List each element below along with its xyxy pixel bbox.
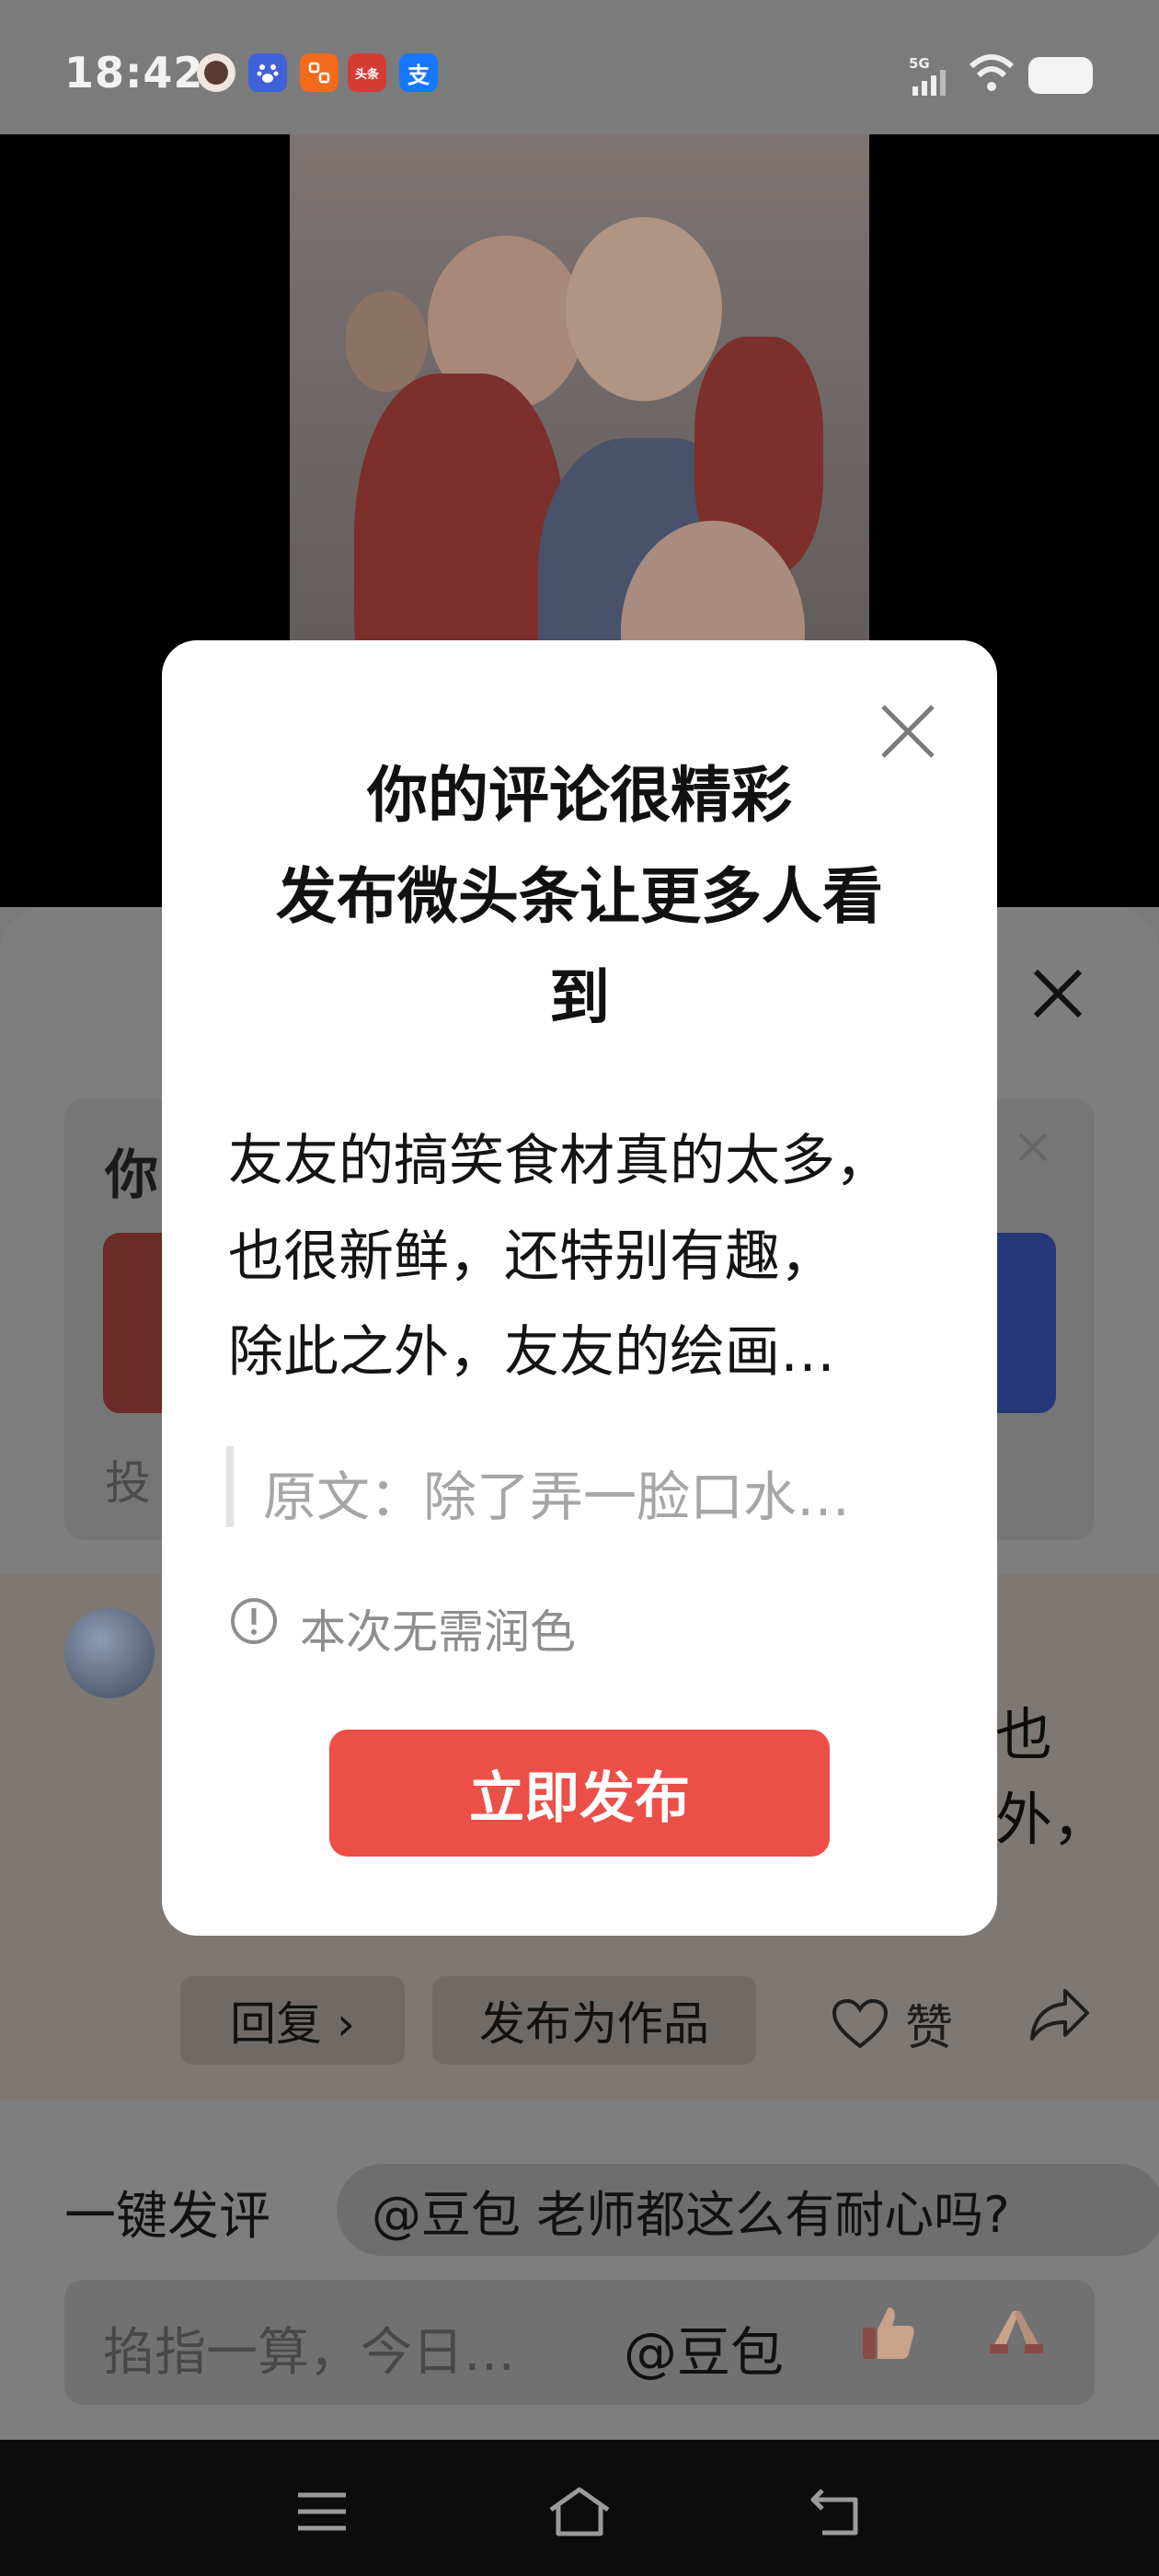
original-comment: 原文：除了弄一脸口水… <box>263 1466 851 1528</box>
svg-text:5G: 5G <box>909 55 930 72</box>
baidu-icon <box>248 53 287 92</box>
toutiao-icon: 头条 <box>348 53 386 92</box>
no-polish-note: 本次无需润色 <box>300 1605 576 1659</box>
like-button[interactable]: 赞 <box>832 1989 953 2058</box>
vote-title: 你 <box>105 1144 159 1206</box>
share-icon[interactable] <box>1028 1985 1093 2048</box>
heart-icon <box>832 1998 889 2049</box>
status-time: 18:42 <box>64 48 204 98</box>
wifi-icon <box>968 53 1016 98</box>
comment-text-line: 外， <box>995 1786 1110 1853</box>
clap-icon[interactable] <box>984 2300 1049 2379</box>
orange-app-icon <box>300 53 339 92</box>
polished-comment: 友友的搞笑食材真的太多， 也很新鲜，还特别有趣， 除此之外，友友的绘画… <box>228 1113 936 1400</box>
reply-button[interactable]: 回复 › <box>180 1976 405 2064</box>
signal-icon: 5G <box>909 55 964 101</box>
info-icon <box>230 1597 278 1645</box>
sheet-close-icon[interactable] <box>1030 966 1085 1031</box>
dialog-title: 你的评论很精彩 发布微头条让更多人看 到 <box>162 745 997 1049</box>
suggestion-chip[interactable]: @豆包 老师都这么有耐心吗? <box>337 2164 1159 2256</box>
comment-text: 也 外， <box>995 1693 1109 1862</box>
menu-icon[interactable] <box>285 2475 359 2548</box>
polished-comment-line: 也很新鲜，还特别有趣， <box>228 1225 835 1289</box>
alipay-icon: 支 <box>399 53 438 92</box>
quote-bar <box>226 1446 234 1527</box>
battery-icon <box>1028 57 1093 94</box>
mention-doubao-button[interactable]: @豆包 <box>624 2309 784 2386</box>
publish-now-button[interactable]: 立即发布 <box>329 1730 830 1857</box>
like-label: 赞 <box>905 2001 954 2056</box>
thumbs-up-icon[interactable] <box>855 2300 920 2379</box>
one-click-comment-label: 一键发评 <box>64 2187 270 2247</box>
home-icon[interactable] <box>543 2475 616 2548</box>
back-icon[interactable] <box>800 2475 874 2548</box>
avatar[interactable] <box>64 1608 155 1698</box>
publish-as-work-button[interactable]: 发布为作品 <box>432 1976 756 2064</box>
dialog-title-line: 发布微头条让更多人看 <box>276 861 883 932</box>
polished-comment-line: 友友的搞笑食材真的太多， <box>228 1129 890 1193</box>
vote-close-icon[interactable] <box>1016 1124 1050 1174</box>
polished-comment-line: 除此之外，友友的绘画… <box>228 1320 835 1385</box>
avatar-app-icon <box>197 53 235 92</box>
dialog-title-line: 你的评论很精彩 <box>367 760 792 831</box>
comment-input-placeholder: 掐指一算，今日… <box>103 2323 515 2383</box>
comment-text-line: 也 <box>995 1701 1053 1768</box>
dialog-title-line: 到 <box>549 962 610 1033</box>
vote-footer: 投 <box>105 1456 151 1510</box>
